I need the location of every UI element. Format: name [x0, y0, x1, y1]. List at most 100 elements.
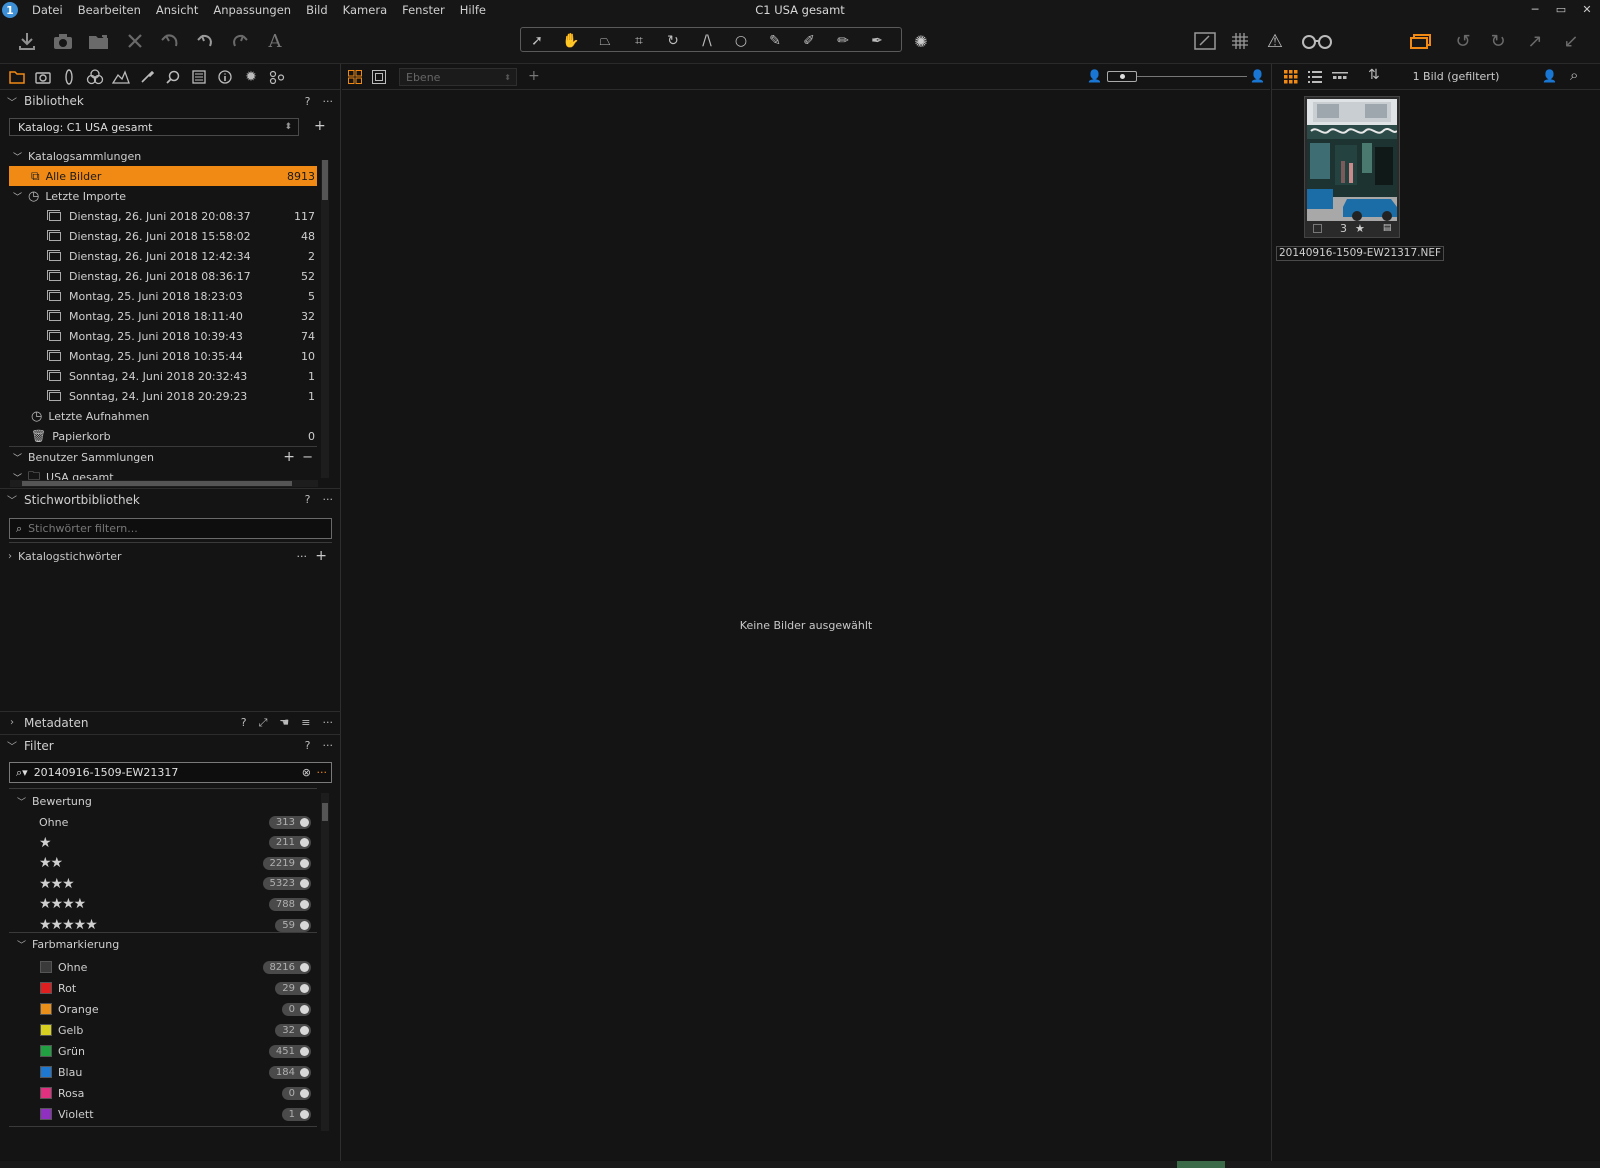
- color-filter-row[interactable]: Rot 29: [39, 978, 311, 998]
- delete-icon[interactable]: [122, 28, 148, 54]
- clear-search-icon[interactable]: ⊗: [302, 766, 311, 779]
- help-icon[interactable]: ?: [305, 739, 311, 752]
- rotate-icon[interactable]: ↻: [659, 31, 687, 50]
- exposure-tab-icon[interactable]: [108, 65, 134, 89]
- details-tab-icon[interactable]: [134, 65, 160, 89]
- redo-icon[interactable]: [227, 28, 253, 54]
- info-tab-icon[interactable]: [212, 65, 238, 89]
- import-row[interactable]: Sonntag, 24. Juni 2018 20:32:43 1: [9, 366, 317, 386]
- remove-collection-icon[interactable]: −: [302, 450, 313, 465]
- count-toggle[interactable]: 0: [281, 1002, 311, 1016]
- single-view-icon[interactable]: [372, 70, 386, 87]
- keywords-search-input[interactable]: ⌕ Stichwörter filtern...: [9, 518, 332, 539]
- zoom-slider-track[interactable]: [1137, 76, 1247, 77]
- multi-variant-icon[interactable]: [1408, 28, 1434, 54]
- color-tab-icon[interactable]: [82, 65, 108, 89]
- zoom-tab-icon[interactable]: [160, 65, 186, 89]
- maximize-button[interactable]: ▭: [1548, 0, 1574, 18]
- count-toggle[interactable]: 8216: [262, 960, 311, 974]
- thumbnail-image[interactable]: [1307, 99, 1397, 221]
- import-row[interactable]: Montag, 25. Juni 2018 18:23:03 5: [9, 286, 317, 306]
- menu-hilfe[interactable]: Hilfe: [460, 3, 486, 17]
- count-toggle[interactable]: 451: [268, 1044, 311, 1058]
- menu-bild[interactable]: Bild: [306, 3, 328, 17]
- minimize-button[interactable]: ─: [1522, 0, 1548, 18]
- select-checkbox[interactable]: [1313, 223, 1322, 233]
- more-icon[interactable]: ···: [323, 716, 334, 730]
- count-toggle[interactable]: 1: [281, 1107, 311, 1121]
- rating-filter-row[interactable]: Ohne 313: [39, 812, 311, 832]
- color-filter-row[interactable]: Ohne 8216: [39, 957, 311, 977]
- brush-icon[interactable]: ✎: [761, 31, 789, 50]
- help-icon[interactable]: ?: [241, 716, 247, 730]
- count-toggle[interactable]: 211: [268, 836, 311, 850]
- export-icon[interactable]: [86, 28, 112, 54]
- list-icon[interactable]: ≡: [301, 716, 310, 730]
- color-section-row[interactable]: ﹀ Farbmarkierung: [12, 934, 312, 954]
- color-filter-row[interactable]: Grün 451: [39, 1041, 311, 1061]
- hscroll-thumb[interactable]: [22, 481, 292, 486]
- batch-tab-icon[interactable]: [264, 65, 290, 89]
- count-toggle[interactable]: 29: [275, 981, 311, 995]
- import-row[interactable]: Montag, 25. Juni 2018 10:35:44 10: [9, 346, 317, 366]
- grid-view-icon[interactable]: [348, 70, 362, 87]
- user-collections-row[interactable]: ﹀ Benutzer Sammlungen + −: [9, 447, 317, 467]
- thumbnail-card[interactable]: 3 ★ ▤: [1304, 96, 1400, 238]
- gradient-icon[interactable]: ✒: [863, 31, 891, 50]
- color-filter-row[interactable]: Violett 1: [39, 1104, 311, 1124]
- scroll-thumb[interactable]: [322, 803, 328, 821]
- expand-icon[interactable]: ⤢: [259, 716, 268, 730]
- rating-filter-row[interactable]: ★★★ 5323: [39, 874, 311, 894]
- menu-datei[interactable]: Datei: [32, 3, 63, 17]
- recent-imports-row[interactable]: ﹀ ◷ Letzte Importe: [9, 186, 317, 206]
- help-icon[interactable]: ?: [305, 493, 311, 506]
- zoom-slider-knob[interactable]: [1120, 74, 1125, 79]
- erase-icon[interactable]: ✏: [829, 31, 857, 50]
- undo-icon[interactable]: [192, 28, 218, 54]
- count-toggle[interactable]: 59: [275, 918, 311, 932]
- menu-fenster[interactable]: Fenster: [402, 3, 445, 17]
- color-filter-row[interactable]: Gelb 32: [39, 1020, 311, 1040]
- exposure-warning-icon[interactable]: ⚠: [1262, 28, 1288, 54]
- count-toggle[interactable]: 2219: [262, 856, 311, 870]
- zoom-slider-box[interactable]: [1107, 71, 1137, 82]
- library-tab-icon[interactable]: [4, 65, 30, 89]
- library-scrollbar[interactable]: [321, 160, 329, 478]
- import-icon[interactable]: [14, 28, 40, 54]
- rating-filter-row[interactable]: ★★ 2219: [39, 853, 311, 873]
- import-row[interactable]: Montag, 25. Juni 2018 18:11:40 32: [9, 306, 317, 326]
- share-icon[interactable]: ↗: [1522, 28, 1548, 54]
- menu-ansicht[interactable]: Ansicht: [156, 3, 198, 17]
- hand-icon[interactable]: ☚: [279, 716, 289, 730]
- filter-scrollbar[interactable]: [321, 793, 329, 1131]
- search-dropdown-icon[interactable]: ⌕▾: [16, 766, 28, 780]
- catalog-keywords-row[interactable]: › Katalogstichwörter ··· +: [8, 546, 333, 566]
- count-toggle[interactable]: 32: [275, 1023, 311, 1037]
- rating-filter-row[interactable]: ★★★★ 788: [39, 894, 311, 914]
- close-button[interactable]: ✕: [1574, 0, 1600, 18]
- lens-tab-icon[interactable]: [56, 65, 82, 89]
- menu-kamera[interactable]: Kamera: [343, 3, 387, 17]
- select-cursor-icon[interactable]: ➚: [523, 31, 551, 50]
- keystone-icon[interactable]: ⏢: [591, 31, 619, 50]
- add-layer-icon[interactable]: +: [528, 68, 540, 84]
- recent-captures-row[interactable]: ◷ Letzte Aufnahmen: [9, 406, 317, 426]
- user-icon[interactable]: 👤: [1542, 69, 1557, 83]
- crop-icon[interactable]: ⌗: [625, 31, 653, 50]
- catalog-select[interactable]: Katalog: C1 USA gesamt ⬍: [9, 118, 299, 136]
- all-images-row[interactable]: ⧉ Alle Bilder 8913: [9, 166, 317, 186]
- trash-row[interactable]: 🗑 Papierkorb 0: [9, 426, 317, 446]
- layer-select[interactable]: Ebene ⬍: [399, 68, 517, 86]
- count-toggle[interactable]: 0: [281, 1086, 311, 1100]
- color-filter-row[interactable]: Rosa 0: [39, 1083, 311, 1103]
- keywords-tool-header[interactable]: ﹀ Stichwortbibliothek ? ···: [0, 488, 341, 510]
- menu-bearbeiten[interactable]: Bearbeiten: [78, 3, 141, 17]
- metadata-tab-icon[interactable]: [186, 65, 212, 89]
- import-row[interactable]: Dienstag, 26. Juni 2018 08:36:17 52: [9, 266, 317, 286]
- more-icon[interactable]: ···: [297, 550, 308, 563]
- count-toggle[interactable]: 184: [268, 1065, 311, 1079]
- more-icon[interactable]: ···: [323, 493, 334, 506]
- metadata-tool-header[interactable]: › Metadaten ? ⤢ ☚ ≡ ···: [0, 711, 341, 733]
- undo-all-icon[interactable]: [157, 28, 183, 54]
- scroll-thumb[interactable]: [322, 160, 328, 200]
